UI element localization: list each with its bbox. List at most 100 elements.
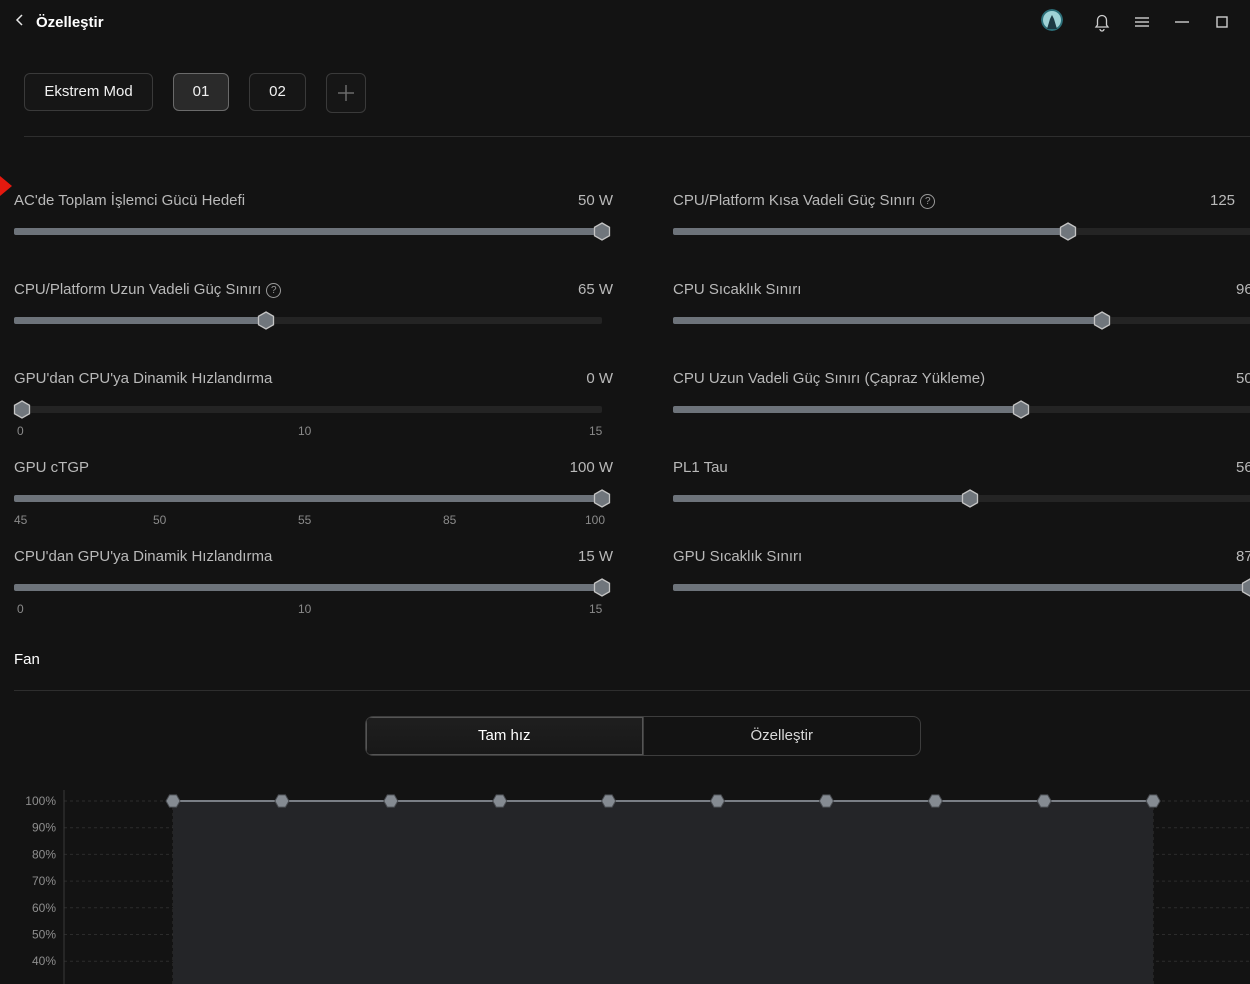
fan-mode-custom[interactable]: Özelleştir bbox=[644, 717, 921, 755]
slider-fill bbox=[673, 317, 1102, 324]
slider-tick: 100 bbox=[585, 513, 606, 527]
slider-label: CPU/Platform Kısa Vadeli Güç Sınırı? bbox=[673, 192, 936, 209]
slider-tick: 45 bbox=[14, 513, 28, 527]
chevron-left-icon[interactable] bbox=[10, 12, 30, 34]
slider-fill bbox=[14, 584, 602, 591]
slider-track[interactable] bbox=[13, 400, 602, 419]
slider-label: CPU/Platform Uzun Vadeli Güç Sınırı? bbox=[14, 281, 282, 298]
slider-tick: 50 bbox=[153, 513, 167, 527]
slider-thumb[interactable] bbox=[1241, 578, 1250, 597]
fan-curve-point[interactable] bbox=[492, 794, 508, 808]
menu-icon[interactable] bbox=[1132, 11, 1152, 33]
slider-track[interactable] bbox=[673, 311, 1250, 330]
mode-button-ekstrem[interactable]: Ekstrem Mod bbox=[24, 73, 153, 111]
slider-thumb[interactable] bbox=[13, 400, 31, 419]
slider-fill bbox=[673, 495, 970, 502]
bell-icon[interactable] bbox=[1091, 11, 1113, 33]
fan-curve-area bbox=[173, 801, 1154, 984]
slider-value: 96 bbox=[1236, 281, 1250, 298]
y-axis-label: 80% bbox=[32, 847, 56, 861]
slider-track[interactable] bbox=[673, 489, 1250, 508]
fan-curve-point[interactable] bbox=[1145, 794, 1161, 808]
slider-thumb[interactable] bbox=[257, 311, 275, 330]
fan-curve-point[interactable] bbox=[1036, 794, 1052, 808]
slider-thumb[interactable] bbox=[1059, 222, 1077, 241]
slider-track[interactable] bbox=[673, 578, 1250, 597]
fan-curve-point[interactable] bbox=[709, 794, 726, 808]
y-axis-label: 90% bbox=[32, 821, 56, 835]
plus-icon bbox=[338, 85, 354, 101]
slider-tick: 15 bbox=[589, 424, 603, 438]
slider-value: 0 W bbox=[586, 370, 613, 387]
page-title: Özelleştir bbox=[36, 14, 104, 31]
slider-label: AC'de Toplam İşlemci Gücü Hedefi bbox=[14, 192, 246, 209]
fan-section-title: Fan bbox=[14, 651, 40, 668]
slider-tick: 85 bbox=[443, 513, 457, 527]
help-icon[interactable]: ? bbox=[920, 194, 936, 209]
slider-thumb[interactable] bbox=[1012, 400, 1030, 419]
title-bar: Özelleştir bbox=[0, 0, 1250, 46]
slider-fill bbox=[673, 228, 1068, 235]
slider-value: 56 bbox=[1236, 459, 1250, 476]
active-marker bbox=[0, 176, 12, 196]
slider-value: 50 W bbox=[577, 192, 613, 209]
slider-thumb[interactable] bbox=[593, 489, 611, 508]
slider-fill bbox=[14, 495, 602, 502]
slider-fill bbox=[673, 584, 1250, 591]
fan-mode-full-speed[interactable]: Tam hız bbox=[366, 717, 644, 755]
mode-button-01[interactable]: 01 bbox=[173, 73, 229, 111]
slider-value: 15 W bbox=[577, 548, 613, 565]
slider-track[interactable] bbox=[14, 222, 611, 241]
help-icon[interactable]: ? bbox=[266, 283, 282, 298]
y-axis-label: 100% bbox=[25, 794, 56, 808]
slider-value: 125 bbox=[1210, 192, 1236, 209]
slider-thumb[interactable] bbox=[961, 489, 979, 508]
maximize-icon[interactable] bbox=[1212, 11, 1232, 33]
slider-label: GPU'dan CPU'ya Dinamik Hızlandırma bbox=[14, 370, 273, 387]
slider-tick: 0 bbox=[17, 602, 24, 616]
slider-fill bbox=[14, 228, 602, 235]
mode-button-02[interactable]: 02 bbox=[249, 73, 306, 111]
fan-curve-point[interactable] bbox=[818, 794, 834, 808]
slider-track[interactable] bbox=[673, 400, 1250, 419]
minimize-icon[interactable] bbox=[1172, 11, 1192, 33]
y-axis-label: 60% bbox=[32, 901, 56, 915]
slider-label: CPU Sıcaklık Sınırı bbox=[673, 281, 802, 298]
slider-fill bbox=[14, 317, 266, 324]
add-mode-button[interactable] bbox=[326, 73, 366, 113]
y-axis-label: 70% bbox=[32, 874, 56, 888]
fan-curve-chart: 100% 90% 80% 70% 60% 50% 40% bbox=[25, 790, 1250, 984]
fan-curve-point[interactable] bbox=[383, 794, 399, 808]
slider-value: 65 W bbox=[577, 281, 613, 298]
slider-label: PL1 Tau bbox=[673, 459, 728, 476]
slider-thumb[interactable] bbox=[593, 578, 611, 597]
slider-track[interactable] bbox=[14, 578, 611, 597]
divider bbox=[14, 690, 1250, 691]
slider-value: 100 W bbox=[569, 459, 613, 476]
slider-tick: 10 bbox=[298, 424, 312, 438]
slider-label: GPU Sıcaklık Sınırı bbox=[673, 548, 803, 565]
slider-track[interactable] bbox=[673, 222, 1250, 241]
slider-tick: 15 bbox=[589, 602, 603, 616]
slider-track[interactable] bbox=[14, 311, 602, 330]
slider-thumb[interactable] bbox=[1093, 311, 1111, 330]
slider-tick: 55 bbox=[298, 513, 312, 527]
y-axis-label: 50% bbox=[32, 928, 56, 942]
fan-curve-point[interactable] bbox=[274, 794, 290, 808]
slider-tick: 10 bbox=[298, 602, 312, 616]
slider-label: CPU'dan GPU'ya Dinamik Hızlandırma bbox=[14, 548, 273, 565]
slider-value: 50 bbox=[1236, 370, 1250, 387]
fan-curve-point[interactable] bbox=[165, 794, 181, 808]
slider-track[interactable] bbox=[14, 489, 611, 508]
slider-value: 87 bbox=[1236, 548, 1250, 565]
fan-curve-point[interactable] bbox=[927, 794, 943, 808]
slider-label: CPU Uzun Vadeli Güç Sınırı (Çapraz Yükle… bbox=[673, 370, 986, 387]
fan-curve-point[interactable] bbox=[601, 794, 617, 808]
slider-thumb[interactable] bbox=[593, 222, 611, 241]
y-axis-label: 40% bbox=[32, 954, 56, 968]
fan-mode-toggle: Tam hız Özelleştir bbox=[365, 716, 921, 756]
avatar[interactable] bbox=[1041, 9, 1063, 31]
slider-label: GPU cTGP bbox=[14, 459, 90, 476]
slider-tick: 0 bbox=[17, 424, 24, 438]
divider bbox=[24, 136, 1250, 137]
